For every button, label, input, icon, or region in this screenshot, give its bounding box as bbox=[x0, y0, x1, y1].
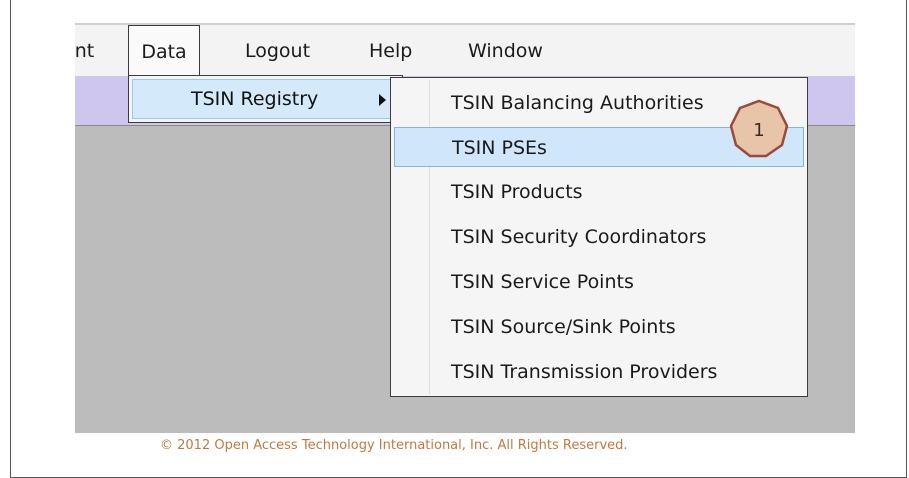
submenu-item-label: TSIN Transmission Providers bbox=[451, 361, 718, 383]
callout-number: 1 bbox=[753, 120, 764, 141]
submenu-arrow-icon bbox=[379, 94, 386, 106]
submenu-item-label: TSIN Products bbox=[451, 181, 583, 203]
submenu-item-label: TSIN Service Points bbox=[451, 271, 634, 293]
submenu-item-label: TSIN PSEs bbox=[452, 137, 547, 159]
submenu-item-label: TSIN Balancing Authorities bbox=[451, 92, 704, 114]
data-menu-dropdown: TSIN Registry bbox=[128, 75, 403, 123]
menu-item-help[interactable]: Help bbox=[369, 25, 412, 78]
menu-item-ent[interactable]: ent bbox=[75, 25, 94, 78]
submenu-item-products[interactable]: TSIN Products bbox=[394, 172, 804, 212]
submenu-item-source-sink-points[interactable]: TSIN Source/Sink Points bbox=[394, 307, 804, 347]
menu-item-data[interactable]: Data bbox=[128, 25, 200, 78]
step-callout-badge: 1 bbox=[729, 99, 789, 158]
copyright-footer: © 2012 Open Access Technology Internatio… bbox=[160, 438, 628, 453]
submenu-item-label: TSIN Security Coordinators bbox=[451, 226, 707, 248]
submenu-item-transmission-providers[interactable]: TSIN Transmission Providers bbox=[394, 352, 804, 392]
submenu-item-label: TSIN Source/Sink Points bbox=[451, 316, 676, 338]
menu-item-tsin-registry[interactable]: TSIN Registry bbox=[132, 79, 399, 119]
submenu-item-security-coordinators[interactable]: TSIN Security Coordinators bbox=[394, 217, 804, 257]
menu-item-logout[interactable]: Logout bbox=[245, 25, 310, 78]
tsin-registry-label: TSIN Registry bbox=[191, 88, 319, 110]
submenu-item-service-points[interactable]: TSIN Service Points bbox=[394, 262, 804, 302]
menu-item-window[interactable]: Window bbox=[468, 25, 543, 78]
menu-bar: ent Data Logout Help Window bbox=[75, 23, 855, 78]
